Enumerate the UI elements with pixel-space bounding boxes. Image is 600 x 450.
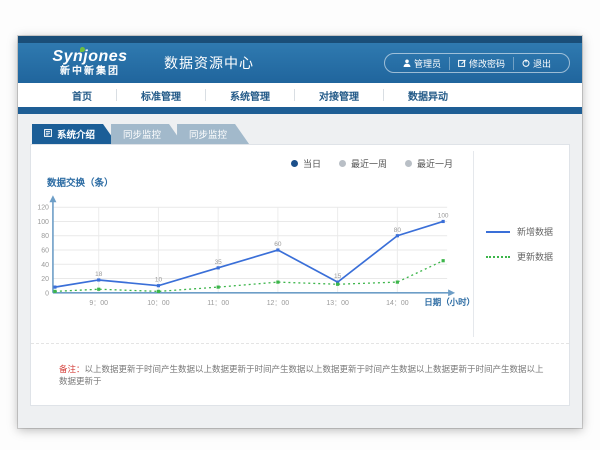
admin-user-button[interactable]: 管理员 [395,57,449,70]
svg-text:20: 20 [41,276,49,283]
nav-item-standards[interactable]: 标准管理 [117,88,205,103]
legend-label: 新增数据 [517,225,553,238]
svg-text:40: 40 [41,262,49,269]
time-range-selector: 当日 最近一周 最近一月 [291,157,453,170]
edit-icon [458,59,466,67]
line-chart: 0 20 40 60 80 100 120 9：00 10：00 11：00 12：00 13：00 1… [37,193,475,311]
note-text: 以上数据更新于时间产生数据以上数据更新于时间产生数据以上数据更新于时间产生数据以… [59,364,544,386]
radio-unselected-icon [405,160,412,167]
nav-item-system[interactable]: 系统管理 [206,88,294,103]
app-header: Synjones 新中新集团 数据资源中心 管理员 修改密码 [18,43,582,83]
radio-label: 最近一周 [351,157,387,170]
nav-item-home[interactable]: 首页 [48,88,116,103]
nav-item-interface[interactable]: 对接管理 [295,88,383,103]
admin-label: 管理员 [414,57,441,70]
tab-label: 同步监控 [189,127,227,141]
page-title: 数据资源中心 [164,53,254,73]
tab-sync-monitor-1[interactable]: 同步监控 [111,124,183,144]
power-icon [522,59,530,67]
radio-today[interactable]: 当日 [291,157,321,170]
logo-leaf-icon [80,47,85,52]
svg-text:10: 10 [155,277,163,284]
logout-label: 退出 [533,57,551,70]
chart-card: 当日 最近一周 最近一月 数据交换（条） 0204060801 [30,144,570,406]
chart-legend: 新增数据 更新数据 [473,151,569,337]
tab-system-intro[interactable]: 系统介绍 [32,124,117,144]
svg-text:18: 18 [95,271,103,278]
note-section: 备注：以上数据更新于时间产生数据以上数据更新于时间产生数据以上数据更新于时间产生… [31,343,569,405]
page-background: Synjones 新中新集团 数据资源中心 管理员 修改密码 [0,0,600,450]
nav-item-data-changes[interactable]: 数据异动 [384,88,472,103]
legend-new-data: 新增数据 [486,225,569,238]
svg-text:13：00: 13：00 [326,300,349,307]
legend-updated-data: 更新数据 [486,250,569,263]
svg-text:100: 100 [37,219,49,226]
note-label: 备注： [59,364,85,374]
legend-label: 更新数据 [517,250,553,263]
logo-text: Synjones [30,49,150,65]
svg-text:15: 15 [334,273,342,280]
svg-text:100: 100 [438,212,449,219]
window-top-strip [18,36,582,43]
svg-text:80: 80 [41,233,49,240]
logout-button[interactable]: 退出 [513,57,559,70]
svg-text:10：00: 10：00 [147,300,170,307]
tab-label: 同步监控 [123,127,161,141]
user-menu: 管理员 修改密码 退出 [384,53,570,73]
radio-last-month[interactable]: 最近一月 [405,157,453,170]
svg-text:35: 35 [215,259,223,266]
svg-text:9：00: 9：00 [89,300,108,307]
user-icon [403,59,411,67]
radio-selected-icon [291,160,298,167]
logo-subtitle: 新中新集团 [30,67,150,77]
change-password-label: 修改密码 [469,57,505,70]
svg-text:0: 0 [45,290,49,297]
svg-text:80: 80 [394,227,402,234]
svg-text:60: 60 [41,247,49,254]
chart-section: 当日 最近一周 最近一月 数据交换（条） 0204060801 [31,145,569,343]
app-window: Synjones 新中新集团 数据资源中心 管理员 修改密码 [18,36,582,428]
nav-underline-bar [18,107,582,114]
document-icon [44,129,52,140]
company-logo: Synjones 新中新集团 [30,49,150,77]
radio-label: 最近一月 [417,157,453,170]
main-nav: 首页 标准管理 系统管理 对接管理 数据异动 [18,83,582,107]
radio-label: 当日 [303,157,321,170]
y-axis-title: 数据交换（条） [47,175,114,189]
svg-text:11：00: 11：00 [207,300,229,307]
tab-label: 系统介绍 [57,127,95,141]
svg-text:12：00: 12：00 [267,300,290,307]
tab-bar: 系统介绍 同步监控 同步监控 [30,124,570,144]
svg-text:120: 120 [37,205,49,212]
svg-text:日期（小时）: 日期（小时） [424,297,475,307]
footer-gap [30,406,570,426]
change-password-button[interactable]: 修改密码 [449,57,513,70]
blue-line-icon [486,231,510,233]
content-area: 系统介绍 同步监控 同步监控 当日 [18,114,582,426]
chart-wrapper: 0 20 40 60 80 100 120 9：00 10：00 11：00 12：00 13：00 1… [37,193,475,316]
green-dotted-line-icon [486,256,510,258]
svg-text:60: 60 [274,241,282,248]
tab-sync-monitor-2[interactable]: 同步监控 [177,124,249,144]
svg-text:14：00: 14：00 [386,300,409,307]
radio-unselected-icon [339,160,346,167]
radio-last-week[interactable]: 最近一周 [339,157,387,170]
